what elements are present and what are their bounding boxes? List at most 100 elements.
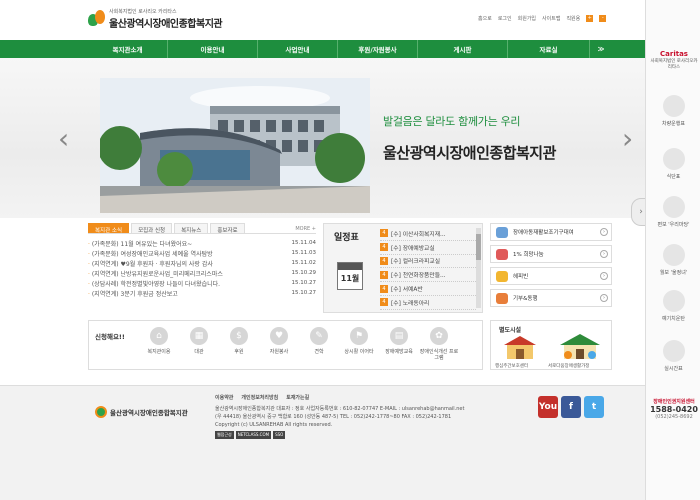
nav-expand-icon[interactable]: ≫: [590, 40, 612, 58]
apply-item[interactable]: ♥ 자원봉사: [259, 327, 299, 361]
footer-line-2: (우 44418) 울산광역시 중구 백합로 160 (성안동 487-5) T…: [215, 414, 452, 420]
footer-logo-text: 울산광역시장애인종합복지관: [110, 409, 188, 417]
quick-link[interactable]: 기부&동행 ›: [490, 289, 612, 307]
go-arrow-icon: ›: [600, 294, 608, 302]
news-item-title[interactable]: (지역연계) ♥9월 후원자 · 후원자님의 사랑 감사: [88, 259, 273, 268]
font-decrease-icon[interactable]: -: [599, 15, 607, 22]
schedule-item[interactable]: 4 [수] 컬러크라피교실: [380, 255, 476, 269]
badge-accessibility: 웹접근성: [215, 431, 234, 439]
tab-welfare-news[interactable]: 복지뉴스: [174, 223, 209, 234]
news-item-date: 15.11.03: [291, 250, 317, 256]
tab-promo[interactable]: 홍보자료: [210, 223, 245, 234]
font-increase-icon[interactable]: +: [586, 15, 594, 22]
apply-item-icon: $: [230, 327, 248, 345]
side-item[interactable]: 실시간표: [646, 340, 700, 372]
apply-label: 신청해요!!: [95, 333, 125, 341]
util-home-link[interactable]: 홈으로: [478, 15, 492, 22]
side-item[interactable]: 편보 '우리마당': [646, 196, 700, 228]
apply-item-label: 복지관이용: [147, 349, 171, 355]
footer-privacy-link[interactable]: 개인정보처리방침: [241, 394, 278, 402]
apply-item[interactable]: ⌂ 복지관이용: [139, 327, 179, 361]
news-item-title[interactable]: (가족문화) 여성장애인교육사업 세예울 역사탐방: [88, 249, 273, 258]
footer-line-1: 울산광역시장애인종합복지관 대표자 : 정호 사업자등록번호 : 610-82-…: [215, 406, 465, 412]
apply-item[interactable]: $ 후원: [219, 327, 259, 361]
nav-about[interactable]: 복지관소개: [88, 40, 168, 58]
apply-item[interactable]: ▦ 대관: [179, 327, 219, 361]
schedule-item-text: [수] 서예A반: [391, 287, 423, 294]
apply-item-label: 장애인식개선 프로그램: [419, 349, 459, 361]
news-item[interactable]: (지역연계) 3분기 후원금 정산보고 15.10.27: [88, 288, 316, 298]
youtube-icon[interactable]: You: [538, 396, 558, 418]
apply-item[interactable]: ⚑ 상시활 이어타: [339, 327, 379, 361]
schedule-day-badge: 4: [380, 298, 388, 307]
tab-recruit[interactable]: 모집과 신청: [131, 223, 173, 234]
nav-guide[interactable]: 이용안내: [168, 40, 258, 58]
side-item[interactable]: 예기치운탄: [646, 290, 700, 322]
site-logo[interactable]: 사회복지법인 로사리오 카리타스 울산광역시장애인종합복지관: [88, 8, 223, 30]
schedule-month: 11월: [340, 274, 360, 283]
nav-programs[interactable]: 사업안내: [258, 40, 338, 58]
nav-support[interactable]: 후원/자원봉사: [338, 40, 418, 58]
group-home-icon[interactable]: [556, 333, 604, 361]
quick-link[interactable]: 장애아동재활보조기구대여 ›: [490, 223, 612, 241]
side-item-label: 실시간표: [664, 366, 683, 372]
schedule-item[interactable]: 4 [수] 노래동아리: [380, 296, 476, 310]
hotline: 장애인인권지원센터 1588-0420 (052)245-8692: [648, 398, 700, 420]
day-care-icon[interactable]: [501, 335, 539, 361]
caritas-logo[interactable]: Caritas 사회복지법인 로사리오카리타스: [650, 50, 698, 70]
side-item-label: 예기치운탄: [661, 316, 685, 322]
apply-item[interactable]: ✿ 장애인식개선 프로그램: [419, 327, 459, 361]
schedule-item[interactable]: 4 [수] 장애예방교실: [380, 241, 476, 255]
news-item-title[interactable]: (가족문화) 11월 여유있는 다녀왔어요~: [88, 239, 273, 248]
news-item-title[interactable]: (상담사례) 학전정별빛야영장 나들이 다녀왔습니다.: [88, 279, 273, 288]
schedule-item-text: [수] 노래동아리: [391, 300, 430, 307]
util-sitemap-link[interactable]: 사이트맵: [542, 15, 560, 22]
logo-name: 울산광역시장애인종합복지관: [109, 19, 223, 30]
schedule-item[interactable]: 4 [수] 서예A반: [380, 282, 476, 296]
news-more-link[interactable]: MORE +: [295, 223, 316, 233]
schedule-item-text: [수] 장애예방교실: [391, 245, 435, 252]
quick-link[interactable]: 1% 희망나눔 ›: [490, 245, 612, 263]
util-join-link[interactable]: 회원가입: [518, 15, 536, 22]
slide-prev-icon[interactable]: ‹: [58, 122, 69, 155]
news-item[interactable]: (가족문화) 여성장애인교육사업 세예울 역사탐방 15.11.03: [88, 248, 316, 258]
footer-terms-link[interactable]: 이용약관: [215, 394, 233, 402]
side-item[interactable]: 식단표: [646, 148, 700, 180]
news-item[interactable]: (가족문화) 11월 여유있는 다녀왔어요~ 15.11.04: [88, 238, 316, 248]
footer-directions-link[interactable]: 토재가는길: [286, 394, 309, 402]
facebook-icon[interactable]: f: [561, 396, 581, 418]
apply-item-icon: ⌂: [150, 327, 168, 345]
news-item-title[interactable]: (지역연계) 3분기 후원금 정산보고: [88, 289, 273, 298]
nav-board[interactable]: 게시판: [418, 40, 508, 58]
news-item-title[interactable]: (지역연계) 난방유지원로운사업_미리메리크리스마스: [88, 269, 273, 278]
schedule-scrollbar[interactable]: [476, 228, 481, 308]
util-staff-link[interactable]: 직원용: [566, 15, 580, 22]
go-arrow-icon: ›: [600, 250, 608, 258]
news-item-date: 15.10.29: [291, 270, 317, 276]
schedule-item[interactable]: 4 [수] 이산사회복지재...: [380, 227, 476, 241]
slide-next-icon[interactable]: ›: [622, 122, 633, 155]
tab-news[interactable]: 복지관 소식: [88, 223, 130, 234]
twitter-icon[interactable]: t: [584, 396, 604, 418]
utility-links: 홈으로 로그인 회원가입 사이트맵 직원용 + -: [478, 15, 607, 22]
util-login-link[interactable]: 로그인: [498, 15, 512, 22]
schedule-item[interactable]: 4 [수] 천연화장품만들...: [380, 268, 476, 283]
schedule-title: 일정표: [334, 233, 359, 243]
apply-item[interactable]: ✎ 견학: [299, 327, 339, 361]
header: 사회복지법인 로사리오 카리타스 울산광역시장애인종합복지관 홈으로 로그인 회…: [0, 0, 645, 40]
side-item[interactable]: 차량운행표: [646, 95, 700, 127]
calendar-icon: 11월: [337, 262, 363, 290]
facility-caption-1[interactable]: 행심주간보호센터: [495, 363, 528, 369]
news-item[interactable]: (지역연계) ♥9월 후원자 · 후원자님의 사랑 감사 15.11.02: [88, 258, 316, 268]
nav-archive[interactable]: 자료실: [508, 40, 590, 58]
quick-link[interactable]: 헤피빈 ›: [490, 267, 612, 285]
side-item[interactable]: 월보 '울정녀': [646, 244, 700, 276]
apply-item[interactable]: ▤ 장애예방교육: [379, 327, 419, 361]
caritas-sub: 사회복지법인 로사리오카리타스: [650, 59, 698, 70]
news-item[interactable]: (상담사례) 학전정별빛야영장 나들이 다녀왔습니다. 15.10.27: [88, 278, 316, 288]
news-item[interactable]: (지역연계) 난방유지원로운사업_미리메리크리스마스 15.10.29: [88, 268, 316, 278]
apply-item-label: 상시활 이어타: [344, 349, 374, 355]
schedule-day-badge: 4: [380, 256, 388, 265]
news-item-date: 15.11.02: [291, 260, 317, 266]
facility-caption-2[interactable]: 서로다움장애생활가정: [548, 363, 589, 369]
